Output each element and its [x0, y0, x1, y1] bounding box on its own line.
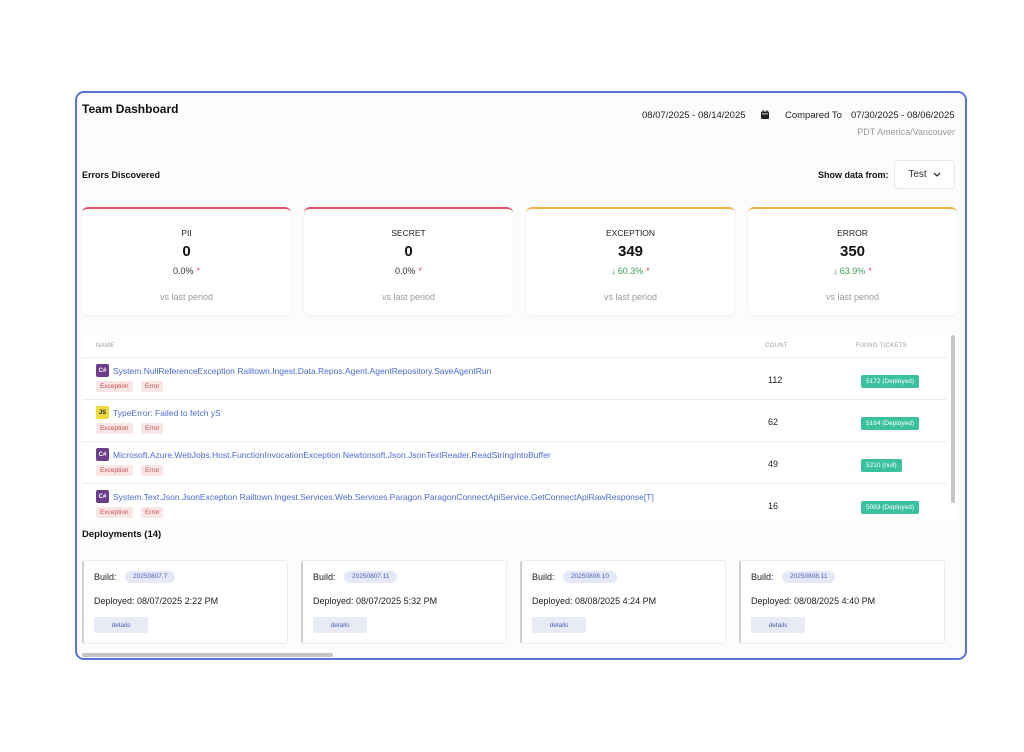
card-label: SECRET [391, 228, 426, 238]
timezone: PDT America/Vancouver [857, 127, 955, 137]
compared-to-label: Compared To [785, 110, 842, 121]
error-count: 62 [768, 417, 779, 427]
dashboard-frame: Team Dashboard 08/07/2025 - 08/14/2025 C… [75, 91, 967, 660]
show-data-label: Show data from: [818, 170, 889, 180]
table-scrollbar[interactable] [951, 335, 955, 503]
deployments-scrollbar[interactable] [82, 653, 333, 657]
error-name-link[interactable]: System.NullReferenceException Railtown.I… [113, 366, 491, 376]
deployments-title: Deployments (14) [82, 529, 162, 540]
details-button[interactable]: details [532, 617, 586, 633]
details-button[interactable]: details [751, 617, 805, 633]
date-range-picker[interactable]: 08/07/2025 - 08/14/2025 [642, 110, 746, 121]
ticket-badge[interactable]: 5083 (Deployed) [861, 501, 920, 514]
card-value: 350 [839, 243, 866, 260]
ticket-badge[interactable]: 5164 (Deployed) [861, 417, 920, 430]
card-change: ↓ 60.3% * [611, 266, 650, 276]
column-header-name[interactable]: NAME [96, 343, 115, 349]
details-button[interactable]: details [313, 617, 367, 633]
build-label: Build: [532, 572, 555, 582]
column-header-count[interactable]: COUNT [765, 343, 788, 349]
table-row[interactable]: C# System.NullReferenceException Railtow… [82, 357, 947, 399]
page-title: Team Dashboard [82, 102, 179, 116]
card-subtitle: vs last period [381, 292, 436, 302]
tag-error: Error [141, 507, 164, 518]
chevron-down-icon [933, 172, 941, 177]
environment-select[interactable]: Test [894, 160, 955, 189]
card-subtitle: vs last period [825, 292, 880, 302]
column-header-tickets[interactable]: FIXING TICKETS [856, 343, 907, 349]
table-row[interactable]: C# System.Text.Json.JsonException Railto… [82, 483, 947, 521]
tag-error: Error [141, 423, 164, 434]
build-label: Build: [94, 572, 117, 582]
card-pii[interactable]: PII 0 0.0% * vs last period [82, 207, 291, 315]
arrow-down-icon: ↓ [611, 266, 616, 276]
build-chip: 20250807.11 [344, 571, 398, 583]
environment-value: Test [908, 169, 927, 180]
card-exception[interactable]: EXCEPTION 349 ↓ 60.3% * vs last period [526, 207, 735, 315]
ticket-badge[interactable]: 5172 (Deployed) [861, 375, 920, 388]
card-change: 0.0% * [172, 266, 201, 276]
card-label: PII [181, 228, 192, 238]
csharp-icon: C# [96, 448, 109, 461]
error-count: 112 [768, 375, 783, 385]
error-name-link[interactable]: Microsoft.Azure.WebJobs.Host.FunctionInv… [113, 450, 551, 460]
card-value: 0 [182, 243, 191, 260]
build-chip: 20250808.10 [563, 571, 617, 583]
javascript-icon: JS [96, 406, 109, 419]
error-name-link[interactable]: System.Text.Json.JsonException Railtown.… [113, 492, 654, 502]
ticket-badge[interactable]: 5210 (null) [861, 459, 902, 472]
card-value: 349 [617, 243, 644, 260]
csharp-icon: C# [96, 364, 109, 377]
card-secret[interactable]: SECRET 0 0.0% * vs last period [304, 207, 513, 315]
csharp-icon: C# [96, 490, 109, 503]
deployed-time: Deployed: 08/08/2025 4:40 PM [751, 596, 876, 606]
card-value: 0 [404, 243, 413, 260]
deployment-card: Build: 20250807.7 Deployed: 08/07/2025 2… [82, 560, 288, 644]
tag-exception: Exception [96, 423, 133, 434]
tag-error: Error [141, 381, 164, 392]
card-subtitle: vs last period [603, 292, 658, 302]
build-label: Build: [313, 572, 336, 582]
card-label: ERROR [837, 228, 868, 238]
compared-range[interactable]: 07/30/2025 - 08/06/2025 [851, 110, 955, 121]
build-label: Build: [751, 572, 774, 582]
errors-table: NAME COUNT FIXING TICKETS C# System.Null… [82, 335, 958, 521]
deployed-time: Deployed: 08/07/2025 2:22 PM [94, 596, 219, 606]
error-name-link[interactable]: TypeError: Failed to fetch yS [113, 408, 221, 418]
tag-exception: Exception [96, 381, 133, 392]
table-row[interactable]: C# Microsoft.Azure.WebJobs.Host.Function… [82, 441, 947, 483]
calendar-icon[interactable] [761, 110, 769, 119]
tag-error: Error [141, 465, 164, 476]
card-error[interactable]: ERROR 350 ↓ 63.9% * vs last period [748, 207, 957, 315]
deployment-card: Build: 20250808.11 Deployed: 08/08/2025 … [739, 560, 945, 644]
deployment-card: Build: 20250808.10 Deployed: 08/08/2025 … [520, 560, 726, 644]
deployed-time: Deployed: 08/07/2025 5:32 PM [313, 596, 438, 606]
table-row[interactable]: JS TypeError: Failed to fetch yS Excepti… [82, 399, 947, 441]
error-count: 49 [768, 459, 779, 469]
deployed-time: Deployed: 08/08/2025 4:24 PM [532, 596, 657, 606]
tag-exception: Exception [96, 507, 133, 518]
deployment-card: Build: 20250807.11 Deployed: 08/07/2025 … [301, 560, 507, 644]
card-change: 0.0% * [394, 266, 423, 276]
arrow-down-icon: ↓ [833, 266, 838, 276]
tag-exception: Exception [96, 465, 133, 476]
error-count: 16 [768, 501, 779, 511]
errors-section-title: Errors Discovered [82, 170, 161, 180]
card-label: EXCEPTION [605, 228, 656, 238]
build-chip: 20250807.7 [125, 571, 176, 583]
card-subtitle: vs last period [159, 292, 214, 302]
card-change: ↓ 63.9% * [833, 266, 872, 276]
build-chip: 20250808.11 [782, 571, 836, 583]
details-button[interactable]: details [94, 617, 148, 633]
